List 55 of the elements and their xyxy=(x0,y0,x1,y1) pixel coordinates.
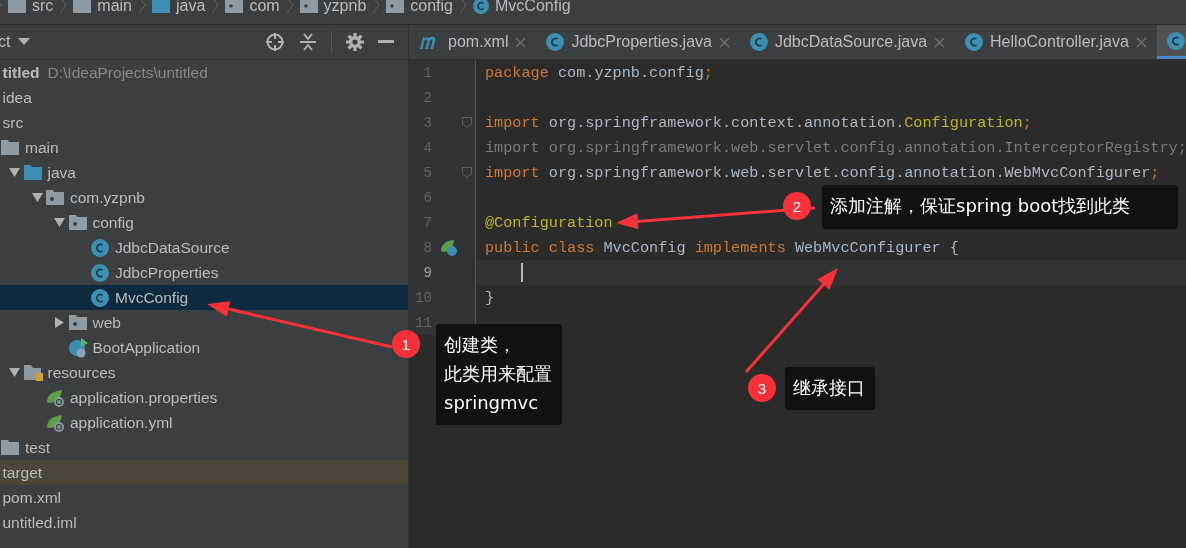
tree-item-label: target xyxy=(2,463,43,482)
breadcrumb-item[interactable]: src xyxy=(2,0,60,17)
tree-item-label: resources xyxy=(47,363,116,382)
breadcrumb-item[interactable]: config xyxy=(380,0,459,17)
editor-tab[interactable]: JdbcDataSource.java xyxy=(739,25,956,59)
tree-item[interactable]: config xyxy=(0,210,138,235)
tree-item[interactable]: main xyxy=(0,135,63,160)
tree-item[interactable]: application.properties xyxy=(0,385,222,410)
tree-item-label: application.properties xyxy=(70,388,218,407)
editor-tab[interactable]: JdbcProperties.java xyxy=(536,25,740,59)
breadcrumb-item[interactable]: com xyxy=(219,0,286,17)
code-line: import org.springframework.web.servlet.config.annotation.InterceptorRegistry; xyxy=(485,138,1186,157)
tree-item[interactable]: JdbcDataSource xyxy=(0,235,234,260)
tree-item-label: com.yzpnb xyxy=(70,188,145,207)
callout-note: 继承接口 xyxy=(785,367,875,410)
breadcrumb-item[interactable]: java xyxy=(146,0,212,17)
tree-item[interactable]: application.yml xyxy=(0,410,177,435)
tree-item[interactable]: web xyxy=(0,310,125,335)
code-line: import org.springframework.web.servlet.config.annotation.WebMvcConfigurer; xyxy=(485,163,1160,182)
tree-item-label: java xyxy=(47,163,76,182)
tree-item[interactable]: resources xyxy=(0,360,120,385)
tree-item[interactable]: BootApplication xyxy=(0,335,205,360)
breadcrumb-item[interactable]: MvcConfig xyxy=(467,0,577,17)
tree-item[interactable]: titled D:\IdeaProjects\untitled xyxy=(0,60,212,85)
tree-item-label: main xyxy=(25,138,59,157)
tree-item-label: web xyxy=(92,313,121,332)
tree-item-label: application.yml xyxy=(70,413,173,432)
editor-tab[interactable]: HelloController.java xyxy=(955,25,1157,59)
tree-item[interactable]: com.yzpnb xyxy=(0,185,149,210)
callout-note: 添加注解，保证spring boot找到此类 xyxy=(822,185,1178,229)
breadcrumb-item[interactable]: main xyxy=(67,0,138,17)
step-badge: 3 xyxy=(748,374,776,402)
tree-item-label: MvcConfig xyxy=(115,288,189,307)
tree-item[interactable]: MvcConfig xyxy=(0,285,408,310)
editor-tab[interactable]: pom.xml xyxy=(409,25,537,59)
code-line: public class MvcConfig implements WebMvcConfigurer { xyxy=(485,238,959,257)
project-path: D:\IdeaProjects\untitled xyxy=(47,63,208,82)
tree-item-label: config xyxy=(92,213,134,232)
tree-item-label: JdbcDataSource xyxy=(115,238,230,257)
tree-item[interactable]: test xyxy=(0,435,54,460)
line-number: 9 xyxy=(422,264,432,281)
tree-item-label: BootApplication xyxy=(92,338,201,357)
code-line: } xyxy=(485,288,495,307)
tree-item[interactable]: target xyxy=(0,460,408,485)
tree-item-label: JdbcProperties xyxy=(115,263,219,282)
tree-item[interactable]: java xyxy=(0,160,80,185)
step-badge: 2 xyxy=(783,192,811,220)
tree-item-label: titled xyxy=(2,63,40,82)
callout-note: 创建类， 此类用来配置 springmvc xyxy=(436,324,562,425)
code-line: package com.yzpnb.config; xyxy=(485,63,713,82)
code-line: import org.springframework.context.annotation.Configuration; xyxy=(485,113,1032,132)
code-line: @Configuration xyxy=(485,213,613,232)
tree-item-label: test xyxy=(25,438,50,457)
breadcrumb-item[interactable]: yzpnb xyxy=(293,0,373,17)
tree-item[interactable]: JdbcProperties xyxy=(0,260,223,285)
